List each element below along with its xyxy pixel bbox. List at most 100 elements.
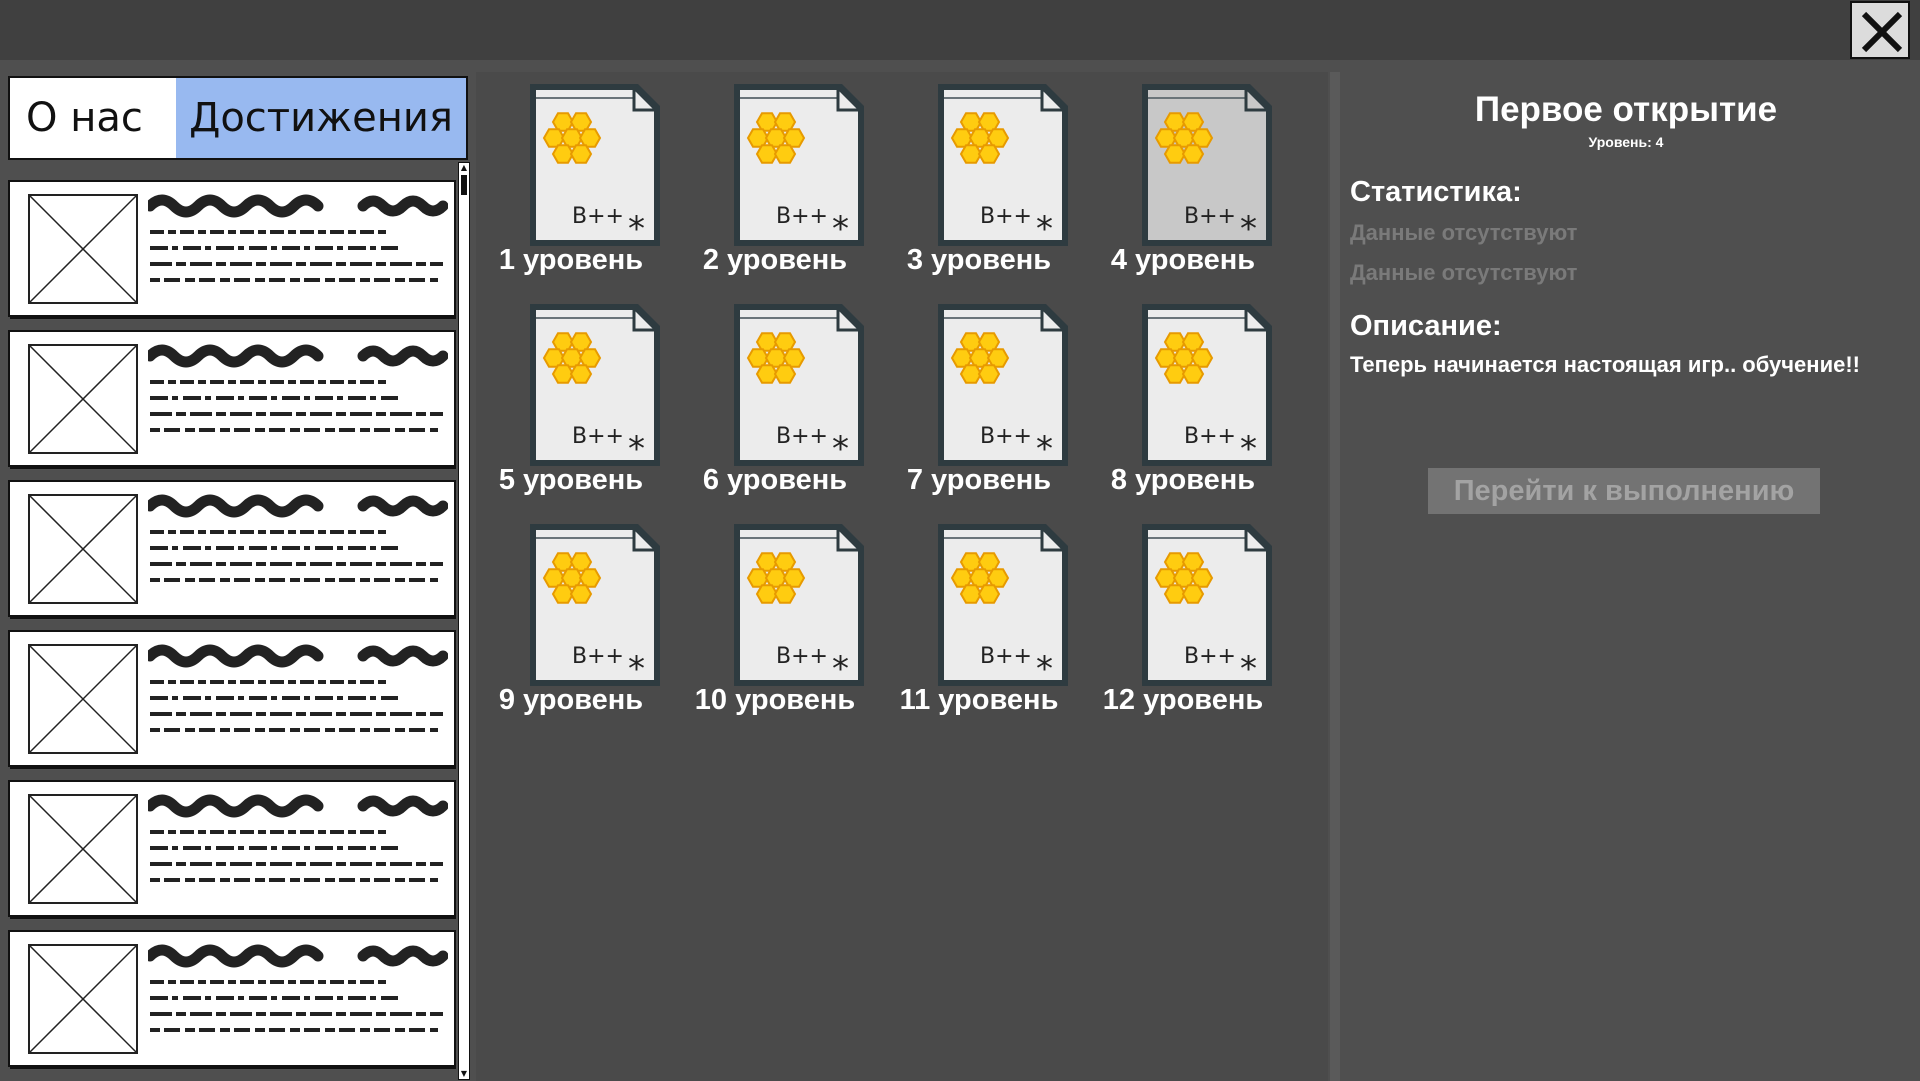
level-item[interactable]: B++ * 3 уровень (884, 72, 1074, 287)
placeholder-text-scribble (148, 944, 448, 1032)
tab-bar: О нас Достижения (8, 76, 468, 160)
list-item[interactable] (8, 330, 456, 467)
image-placeholder-icon (28, 194, 138, 304)
asterisk-icon: * (1240, 649, 1257, 689)
achievement-title: Первое открытие (1474, 90, 1778, 129)
level-item[interactable]: B++ * 6 уровень (680, 292, 870, 507)
level-icon-text: B++ (980, 424, 1032, 449)
list-item[interactable] (8, 180, 456, 317)
level-label: 4 уровень (1110, 244, 1256, 276)
level-file-icon: B++ * (1142, 524, 1272, 689)
level-item[interactable]: B++ * 12 уровень (1088, 512, 1278, 727)
asterisk-icon: * (832, 649, 849, 689)
tab-about[interactable]: О нас (10, 78, 176, 158)
top-bar (0, 0, 1920, 60)
level-item[interactable]: B++ * 4 уровень (1088, 72, 1278, 287)
level-icon-text: B++ (776, 424, 828, 449)
image-placeholder-icon (28, 644, 138, 754)
description-text: Теперь начинается настоящая игр.. обучен… (1350, 352, 1860, 377)
level-icon-text: B++ (572, 204, 624, 229)
achievement-level: Уровень: 4 (1588, 134, 1664, 150)
achievement-list (8, 180, 456, 1081)
asterisk-icon: * (832, 209, 849, 249)
description-heading: Описание: (1350, 310, 1502, 342)
level-icon-text: B++ (572, 424, 624, 449)
level-icon-text: B++ (980, 204, 1032, 229)
level-file-icon: B++ * (938, 524, 1068, 689)
go-to-task-button[interactable]: Перейти к выполнению (1428, 468, 1820, 514)
scroll-down-arrow-icon[interactable]: ▼ (459, 1069, 469, 1079)
level-label: 12 уровень (1102, 684, 1264, 716)
level-icon-text: B++ (776, 204, 828, 229)
image-placeholder-icon (28, 344, 138, 454)
level-file-icon: B++ * (938, 84, 1068, 249)
level-item[interactable]: B++ * 7 уровень (884, 292, 1074, 507)
level-file-icon: B++ * (734, 304, 864, 469)
level-file-icon: B++ * (734, 84, 864, 249)
placeholder-text-scribble (148, 344, 448, 432)
close-button[interactable] (1850, 1, 1910, 59)
level-label: 9 уровень (498, 684, 644, 716)
level-label: 6 уровень (702, 464, 848, 496)
scroll-thumb[interactable] (461, 175, 467, 195)
level-item[interactable]: B++ * 5 уровень (476, 292, 666, 507)
list-item[interactable] (8, 480, 456, 617)
asterisk-icon: * (1240, 429, 1257, 469)
placeholder-text-scribble (148, 494, 448, 582)
level-item[interactable]: B++ * 1 уровень (476, 72, 666, 287)
level-label: 5 уровень (498, 464, 644, 496)
level-item[interactable]: B++ * 9 уровень (476, 512, 666, 727)
asterisk-icon: * (628, 209, 645, 249)
level-file-icon: B++ * (1142, 84, 1272, 249)
asterisk-icon: * (1036, 209, 1053, 249)
level-icon-text: B++ (1184, 204, 1236, 229)
level-item[interactable]: B++ * 2 уровень (680, 72, 870, 287)
list-item[interactable] (8, 630, 456, 767)
asterisk-icon: * (628, 429, 645, 469)
level-icon-text: B++ (1184, 424, 1236, 449)
level-icon-text: B++ (776, 644, 828, 669)
stat-line-1: Данные отсутствуют (1350, 220, 1578, 245)
level-file-icon: B++ * (530, 84, 660, 249)
stat-line-2: Данные отсутствуют (1350, 260, 1578, 285)
placeholder-text-scribble (148, 644, 448, 732)
image-placeholder-icon (28, 794, 138, 904)
level-icon-text: B++ (1184, 644, 1236, 669)
level-file-icon: B++ * (734, 524, 864, 689)
left-panel: О нас Достижения ▲ ▼ (0, 72, 470, 1081)
level-file-icon: B++ * (530, 304, 660, 469)
asterisk-icon: * (628, 649, 645, 689)
tab-achievements[interactable]: Достижения (176, 78, 466, 158)
asterisk-icon: * (1240, 209, 1257, 249)
level-item[interactable]: B++ * 11 уровень (884, 512, 1074, 727)
level-file-icon: B++ * (530, 524, 660, 689)
level-label: 10 уровень (694, 684, 856, 716)
placeholder-text-scribble (148, 194, 448, 282)
list-item[interactable] (8, 780, 456, 917)
image-placeholder-icon (28, 944, 138, 1054)
asterisk-icon: * (1036, 649, 1053, 689)
asterisk-icon: * (1036, 429, 1053, 469)
level-label: 8 уровень (1110, 464, 1256, 496)
level-icon-text: B++ (572, 644, 624, 669)
list-scrollbar[interactable]: ▲ ▼ (458, 162, 470, 1080)
level-label: 7 уровень (906, 464, 1052, 496)
placeholder-text-scribble (148, 794, 448, 882)
achievement-details: Первое открытие Уровень: 4 Статистика: Д… (1340, 80, 1912, 1080)
stats-heading: Статистика: (1350, 176, 1522, 208)
close-x-icon (1861, 11, 1903, 53)
level-file-icon: B++ * (1142, 304, 1272, 469)
panel-divider (1330, 72, 1340, 1081)
image-placeholder-icon (28, 494, 138, 604)
level-file-icon: B++ * (938, 304, 1068, 469)
level-label: 2 уровень (702, 244, 848, 276)
asterisk-icon: * (832, 429, 849, 469)
level-item[interactable]: B++ * 10 уровень (680, 512, 870, 727)
level-icon-text: B++ (980, 644, 1032, 669)
level-grid: B++ * 1 уровень B++ * 2 уровень B++ * 3 … (476, 72, 1328, 1081)
level-item[interactable]: B++ * 8 уровень (1088, 292, 1278, 507)
scroll-up-arrow-icon[interactable]: ▲ (459, 163, 469, 173)
list-item[interactable] (8, 930, 456, 1067)
level-label: 1 уровень (498, 244, 644, 276)
level-label: 11 уровень (899, 684, 1059, 716)
